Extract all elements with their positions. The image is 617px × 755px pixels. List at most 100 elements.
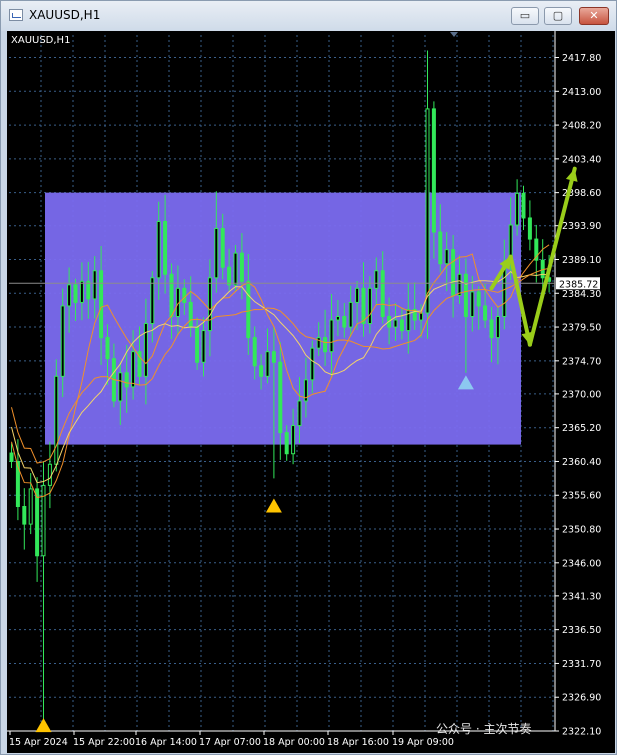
candle-body [393, 319, 398, 328]
candle-body [188, 301, 193, 328]
candle-body [406, 308, 411, 332]
price-tick-label: 2346.00 [562, 558, 601, 569]
candle-body [169, 273, 174, 317]
title-bar[interactable]: XAUUSD,H1 ▭ ▢ ✕ [1, 1, 616, 31]
candle-body [163, 220, 168, 275]
candle-body [297, 400, 302, 427]
window-title: XAUUSD,H1 [29, 8, 101, 22]
candle-body [451, 249, 456, 296]
symbol-label[interactable]: XAUUSD,H1 [11, 35, 70, 46]
price-tick-label: 2326.90 [562, 693, 601, 704]
candle-body [483, 305, 488, 321]
candle-body [79, 280, 84, 303]
price-tick-label: 2379.50 [562, 323, 601, 334]
maximize-button[interactable]: ▢ [544, 7, 572, 25]
candle-body [367, 287, 372, 325]
candle-body [195, 326, 200, 363]
candle-body [246, 280, 251, 339]
candle-body [150, 277, 155, 325]
time-tick-label: 17 Apr 07:00 [199, 737, 261, 748]
price-chart[interactable]: 2417.802413.002408.202403.402398.602393.… [7, 31, 615, 753]
chart-area[interactable]: 2417.80 2413.00 2408.20 2403.40 2398.60 2393.… [7, 31, 615, 753]
candle-body [265, 351, 270, 377]
price-tick-label: 2417.80 [562, 53, 601, 64]
candle-body [425, 108, 430, 314]
candle-body [233, 252, 238, 286]
time-tick-label: 16 Apr 14:00 [135, 737, 197, 748]
candle-body [259, 365, 264, 377]
candle-body [278, 361, 283, 434]
price-tick-label: 2403.40 [562, 154, 601, 165]
candle-body [73, 284, 78, 303]
candle-body [399, 319, 404, 332]
candle-body [489, 319, 494, 339]
time-tick-label: 15 Apr 22:00 [73, 737, 135, 748]
price-tick-label: 2336.50 [562, 625, 601, 636]
candle-body [54, 375, 59, 465]
price-tick-label: 2389.10 [562, 255, 601, 266]
candle-body [105, 337, 110, 360]
time-tick-label: 15 Apr 2024 [9, 737, 68, 748]
candle-body [99, 270, 104, 339]
time-tick-label: 19 Apr 09:00 [392, 737, 454, 748]
candle-body [419, 312, 424, 321]
candle-body [457, 273, 462, 296]
time-tick-label: 18 Apr 16:00 [327, 737, 389, 748]
candle-body [47, 463, 52, 486]
candle-body [182, 287, 187, 303]
candle-body [28, 488, 33, 525]
candle-body [35, 488, 40, 557]
candle-body [316, 337, 321, 349]
candle-body [86, 280, 91, 300]
price-tick-label: 2350.80 [562, 525, 601, 536]
signal-triangle-marker [35, 718, 52, 733]
candle-body [342, 315, 347, 328]
price-tick-label: 2408.20 [562, 121, 601, 132]
candle-body [131, 351, 136, 388]
price-tick-label: 2374.70 [562, 356, 601, 367]
candle-body [9, 452, 14, 462]
chart-window: XAUUSD,H1 ▭ ▢ ✕ 2417.80 2413.00 2408.20 240… [0, 0, 617, 755]
candle-body [252, 337, 257, 367]
minimize-button[interactable]: ▭ [511, 7, 539, 25]
signal-triangle-marker [265, 498, 282, 513]
price-tick-label: 2322.10 [562, 727, 601, 738]
candle-body [476, 291, 481, 307]
candle-body [67, 284, 72, 307]
candle-body [60, 305, 65, 377]
candle-body [515, 192, 520, 226]
close-button[interactable]: ✕ [579, 7, 609, 25]
candle-body [495, 315, 500, 339]
candle-body [527, 217, 532, 240]
price-tick-label: 2360.40 [562, 457, 601, 468]
candle-body [227, 266, 232, 286]
time-tick-label: 18 Apr 00:00 [263, 737, 325, 748]
candle-body [271, 351, 276, 363]
price-tick-label: 2384.30 [562, 289, 601, 300]
current-price-tag-label: 2385.72 [559, 279, 598, 290]
consolidation-zone [45, 192, 521, 445]
candle-body [291, 425, 296, 455]
candle-body [355, 287, 360, 303]
candle-body [143, 323, 148, 377]
candle-body [438, 231, 443, 265]
candle-body [284, 432, 289, 455]
price-tick-label: 2413.00 [562, 87, 601, 98]
candle-body [323, 337, 328, 353]
candle-body [214, 228, 219, 279]
candle-body [201, 330, 206, 363]
candle-body [444, 249, 449, 265]
candle-body [124, 372, 129, 388]
candle-body [239, 252, 244, 282]
candle-body [431, 108, 436, 233]
candle-body [156, 220, 161, 279]
candle-body [329, 319, 334, 353]
price-tick-label: 2341.30 [562, 591, 601, 602]
candle-body [348, 301, 353, 328]
candle-body [380, 270, 385, 317]
chart-window-icon [9, 9, 23, 21]
price-tick-label: 2331.70 [562, 659, 601, 670]
price-tick-label: 2393.90 [562, 221, 601, 232]
candle-body [310, 347, 315, 381]
candle-body [92, 270, 97, 300]
